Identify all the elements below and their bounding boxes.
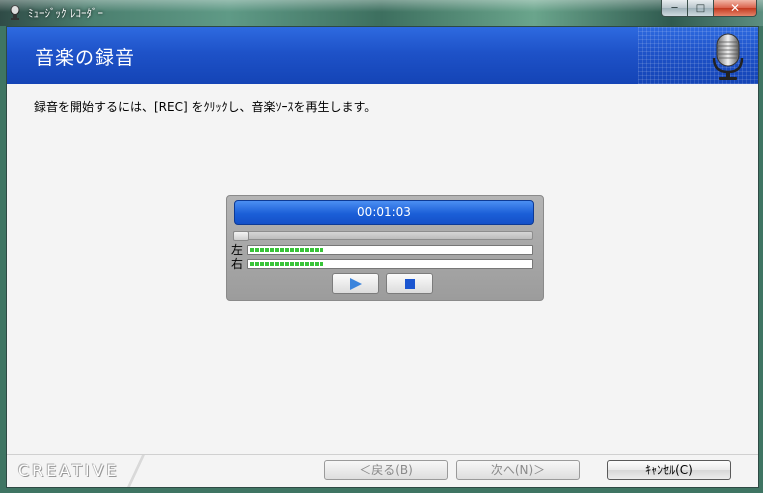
logo-decoration xyxy=(127,455,145,487)
right-level-fill xyxy=(250,262,323,266)
play-button[interactable] xyxy=(332,273,379,294)
maximize-icon: □ xyxy=(695,2,706,14)
right-level-meter xyxy=(247,259,533,269)
play-icon xyxy=(349,277,362,290)
microphone-icon xyxy=(712,33,744,80)
instruction-text: 録音を開始するには、[REC] をｸﾘｯｸし、音楽ｿｰｽを再生します。 xyxy=(34,100,377,114)
left-level-fill xyxy=(250,248,323,252)
minimize-button[interactable]: ─ xyxy=(661,0,688,17)
window-controls: ─ □ ✕ xyxy=(661,0,757,18)
window-titlebar[interactable]: ﾐｭｰｼﾞｯｸ ﾚｺｰﾀﾞｰ ─ □ ✕ xyxy=(0,0,763,26)
window-title: ﾐｭｰｼﾞｯｸ ﾚｺｰﾀﾞｰ xyxy=(28,7,103,20)
footer-divider xyxy=(7,454,758,455)
seek-slider-thumb[interactable] xyxy=(233,231,249,241)
header-banner: 音楽の録音 xyxy=(7,27,758,84)
recorder-panel: 00:01:03 左 右 xyxy=(226,195,544,301)
right-channel-label: 右 xyxy=(231,257,244,271)
wizard-client-area: 音楽の録音 録音を開始するには、[REC] をｸﾘｯｸし、音楽ｿｰｽを再生します… xyxy=(6,26,759,488)
close-button[interactable]: ✕ xyxy=(714,0,757,17)
time-display: 00:01:03 xyxy=(234,200,534,225)
seek-slider[interactable] xyxy=(233,231,533,241)
page-title: 音楽の録音 xyxy=(35,47,136,69)
creative-logo: CREATIVE xyxy=(18,461,120,480)
minimize-icon: ─ xyxy=(671,2,678,14)
next-button[interactable]: 次へ(N)＞ xyxy=(456,460,580,480)
left-level-meter xyxy=(247,245,533,255)
stop-icon xyxy=(404,278,415,289)
back-button[interactable]: ＜戻る(B) xyxy=(324,460,448,480)
microphone-app-icon xyxy=(10,5,20,20)
close-icon: ✕ xyxy=(729,1,741,15)
stop-button[interactable] xyxy=(386,273,433,294)
left-channel-label: 左 xyxy=(231,243,244,257)
cancel-button[interactable]: ｷｬﾝｾﾙ(C) xyxy=(607,460,731,480)
maximize-button[interactable]: □ xyxy=(688,0,714,17)
